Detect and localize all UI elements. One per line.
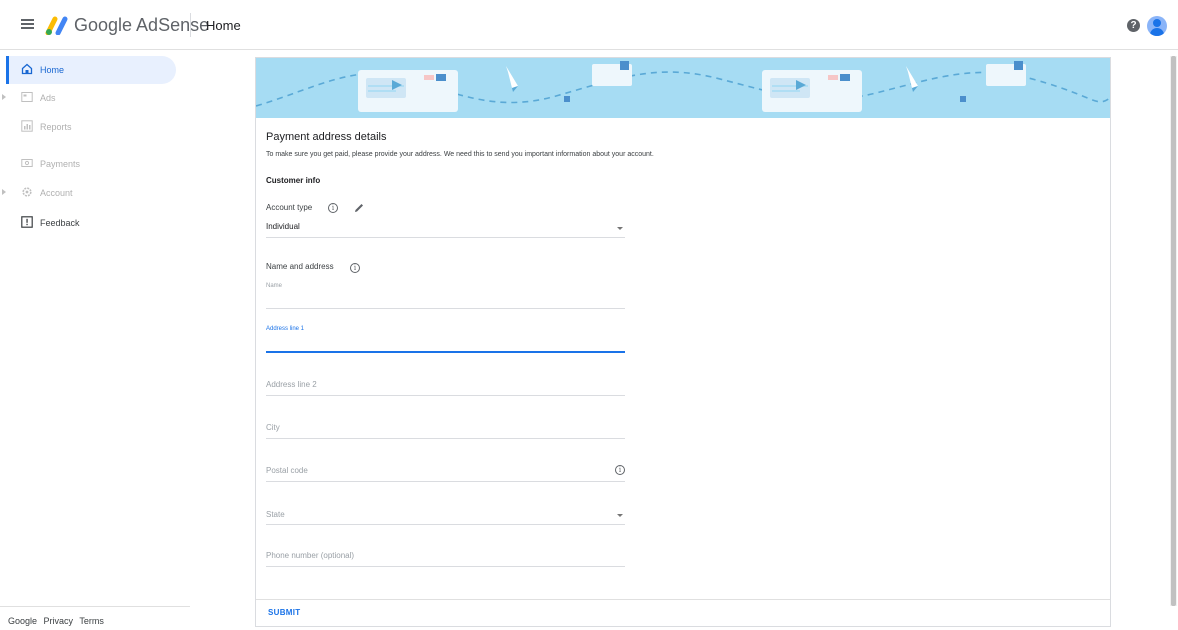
postal-code-field[interactable]: Postal code i — [266, 463, 625, 482]
sidebar-item-label: Ads — [40, 93, 56, 103]
page-scrollbar[interactable] — [1170, 56, 1177, 606]
footer-links: Google Privacy Terms — [8, 616, 108, 626]
sidebar-item-label: Reports — [40, 122, 72, 132]
sidebar-nav: Home Ads Reports Payments Account Feedba… — [0, 50, 190, 630]
payments-icon — [21, 159, 33, 167]
expand-caret-icon — [2, 189, 6, 195]
topbar-divider — [190, 13, 191, 37]
dropdown-arrow-icon — [617, 227, 623, 230]
sidebar-item-label: Payments — [40, 159, 81, 169]
account-type-value: Individual — [266, 222, 300, 231]
form-heading: Payment address details — [266, 131, 387, 143]
address-line-1-label: Address line 1 — [266, 326, 305, 332]
address-line-2-field[interactable]: Address line 2 — [266, 377, 625, 396]
sidebar-item-home[interactable]: Home — [6, 56, 176, 84]
ads-icon — [21, 92, 33, 102]
payment-address-card: Payment address details To make sure you… — [255, 57, 1111, 627]
account-avatar[interactable] — [1147, 16, 1167, 36]
city-label: City — [266, 423, 280, 432]
footer-link-privacy[interactable]: Privacy — [44, 616, 74, 626]
sidebar-item-label: Feedback — [40, 218, 80, 228]
help-icon[interactable]: ? — [1127, 19, 1140, 32]
section-title-customer-info: Customer info — [266, 176, 321, 185]
sidebar-divider — [0, 606, 190, 607]
expand-caret-icon — [2, 94, 6, 100]
reports-icon — [21, 120, 33, 132]
state-label: State — [266, 510, 285, 519]
account-type-info-icon[interactable]: i — [328, 203, 338, 213]
state-select[interactable]: State — [266, 506, 625, 525]
page-title: Home — [206, 18, 241, 33]
feedback-icon — [21, 216, 33, 228]
adsense-logo-icon — [45, 16, 68, 35]
name-address-info-icon[interactable]: i — [350, 263, 360, 273]
footer-link-terms[interactable]: Terms — [79, 616, 104, 626]
account-gear-icon — [22, 187, 32, 197]
footer-link-google[interactable]: Google — [8, 616, 37, 626]
edit-pencil-icon[interactable] — [353, 202, 365, 214]
product-name[interactable]: Google AdSense — [74, 15, 209, 36]
form-description: To make sure you get paid, please provid… — [266, 151, 654, 158]
name-field[interactable]: Name — [266, 282, 625, 309]
phone-number-label: Phone number (optional) — [266, 551, 355, 560]
name-field-label: Name — [266, 283, 283, 289]
submit-button[interactable]: SUBMIT — [268, 608, 300, 617]
city-field[interactable]: City — [266, 420, 625, 439]
phone-number-field[interactable]: Phone number (optional) — [266, 548, 625, 567]
name-address-label: Name and address — [266, 262, 334, 271]
sidebar-item-account[interactable]: Account — [2, 179, 176, 207]
main-menu-icon[interactable] — [20, 17, 36, 33]
sidebar-item-ads[interactable]: Ads — [2, 84, 176, 112]
postal-code-label: Postal code — [266, 466, 308, 475]
sidebar-item-payments[interactable]: Payments — [8, 150, 176, 178]
top-app-bar: Google AdSense Home ? — [0, 0, 1178, 50]
address-line-1-field[interactable]: Address line 1 — [266, 324, 625, 353]
card-footer-divider — [256, 599, 1110, 600]
dropdown-arrow-icon — [617, 514, 623, 517]
sidebar-item-feedback[interactable]: Feedback — [8, 209, 176, 237]
sidebar-item-label: Account — [40, 188, 73, 198]
envelope-banner-illustration — [256, 58, 1110, 118]
sidebar-item-reports[interactable]: Reports — [8, 113, 176, 141]
sidebar-item-label: Home — [40, 65, 65, 75]
scrollbar-thumb[interactable] — [1171, 56, 1176, 606]
home-icon — [21, 63, 33, 75]
account-type-label: Account type — [266, 203, 313, 212]
account-type-select[interactable]: Individual — [266, 220, 625, 238]
address-line-2-label: Address line 2 — [266, 380, 317, 389]
postal-code-info-icon[interactable]: i — [615, 465, 625, 475]
